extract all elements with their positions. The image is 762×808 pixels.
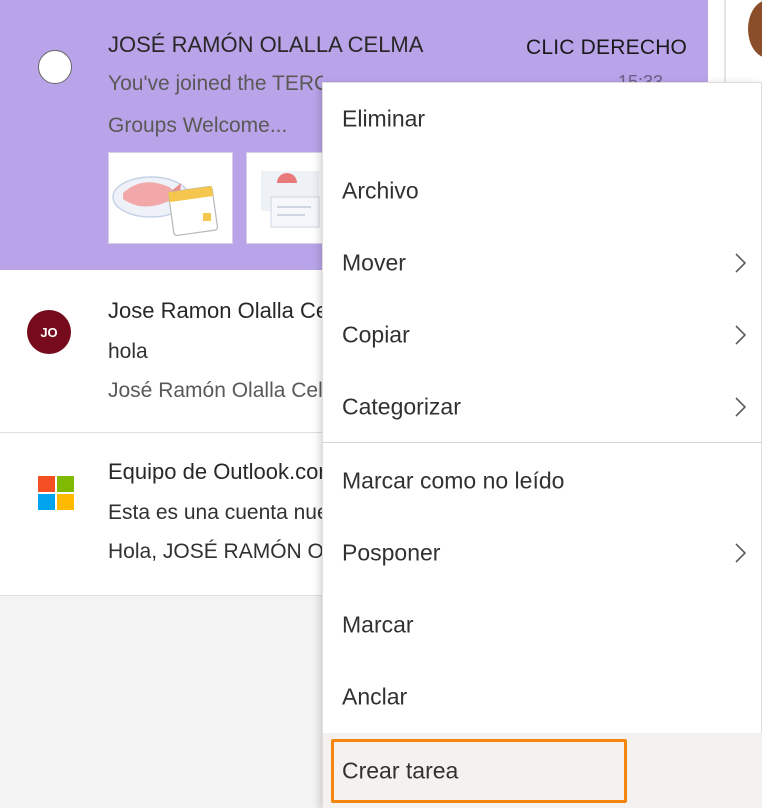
message-sender: JOSÉ RAMÓN OLALLA CELMA bbox=[108, 32, 424, 57]
menu-item-label: Eliminar bbox=[342, 105, 426, 132]
menu-item-eliminar[interactable]: Eliminar bbox=[323, 83, 762, 155]
menu-item-categorizar[interactable]: Categorizar bbox=[323, 371, 762, 443]
message-sender: Equipo de Outlook.com bbox=[108, 459, 337, 484]
menu-item-label: Posponer bbox=[342, 539, 441, 566]
outlook-window: JOSÉ RAMÓN OLALLA CELMA You've joined th… bbox=[0, 0, 762, 808]
menu-item-copiar[interactable]: Copiar bbox=[323, 299, 762, 371]
menu-item-label: Archivo bbox=[342, 177, 419, 204]
message-subject: You've joined the TERCERO... bbox=[108, 72, 323, 95]
attachment-thumbnail-fish[interactable] bbox=[108, 152, 233, 244]
message-preview: Groups Welcome... bbox=[108, 114, 288, 137]
chevron-right-icon bbox=[735, 397, 747, 417]
chevron-right-icon bbox=[735, 253, 747, 273]
menu-item-label: Marcar como no leído bbox=[342, 467, 565, 494]
menu-item-archivo[interactable]: Archivo bbox=[323, 155, 762, 227]
annotation-highlight-box bbox=[331, 739, 627, 803]
menu-item-posponer[interactable]: Posponer bbox=[323, 517, 762, 589]
menu-item-label: Categorizar bbox=[342, 393, 461, 420]
select-radio[interactable] bbox=[38, 50, 72, 84]
menu-item-label: Anclar bbox=[342, 683, 408, 710]
chevron-right-icon bbox=[735, 325, 747, 345]
menu-item-anclar[interactable]: Anclar bbox=[323, 661, 762, 733]
menu-item-label: Copiar bbox=[342, 321, 410, 348]
menu-item-mover[interactable]: Mover bbox=[323, 227, 762, 299]
menu-item-label: Marcar bbox=[342, 611, 414, 638]
attachment-thumbnail-document[interactable] bbox=[246, 152, 323, 244]
menu-item-label: Mover bbox=[342, 249, 406, 276]
message-subject: Esta es una cuenta nueva bbox=[108, 501, 351, 524]
menu-separator bbox=[323, 442, 762, 443]
avatar: JO bbox=[27, 310, 71, 354]
message-preview: José Ramón Olalla Celma bbox=[108, 379, 352, 402]
annotation-label: CLIC DERECHO bbox=[526, 36, 688, 59]
context-menu: Eliminar Archivo Mover Copiar Categoriza… bbox=[322, 82, 762, 808]
microsoft-logo-icon bbox=[38, 476, 74, 510]
menu-item-marcar[interactable]: Marcar bbox=[323, 589, 762, 661]
fish-calendar-illustration-icon bbox=[112, 176, 219, 237]
chevron-right-icon bbox=[735, 543, 747, 563]
document-illustration-icon bbox=[261, 171, 320, 228]
message-subject: hola bbox=[108, 340, 148, 363]
menu-item-marcar-como-no-leido[interactable]: Marcar como no leído bbox=[323, 445, 762, 517]
